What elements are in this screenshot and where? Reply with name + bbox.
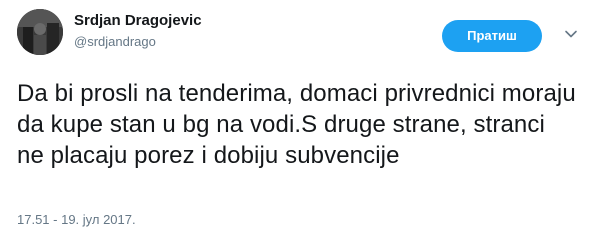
chevron-down-icon[interactable] [563,26,579,42]
avatar[interactable] [17,9,63,55]
user-info: Srdjan Dragojevic @srdjandrago [74,12,202,52]
tweet-card: Srdjan Dragojevic @srdjandrago Пратиш Da… [0,0,609,240]
tweet-timestamp[interactable]: 17.51 - 19. јул 2017. [17,212,136,228]
user-handle[interactable]: @srdjandrago [74,32,202,52]
tweet-text: Da bi prosli na tenderima, domaci privre… [17,80,583,169]
follow-button[interactable]: Пратиш [442,20,542,52]
display-name[interactable]: Srdjan Dragojevic [74,12,202,30]
